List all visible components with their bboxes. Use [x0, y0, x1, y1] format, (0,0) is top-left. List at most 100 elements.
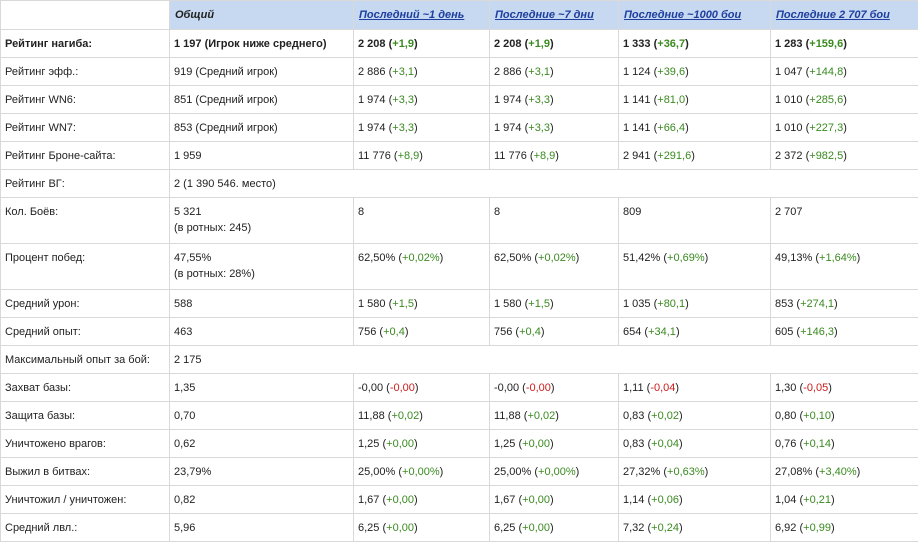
cell-value: 1,30 — [775, 382, 797, 394]
cell-value: 2 941 — [623, 150, 651, 162]
period-link[interactable]: Последние ~7 дни — [495, 9, 594, 21]
cell-value: 2 175 — [174, 354, 202, 366]
row-label-avg-level: Средний лвл.: — [0, 513, 170, 542]
table-cell: 6,92 (+0,99) — [770, 513, 918, 542]
period-link[interactable]: Последние 2 707 бои — [776, 9, 890, 21]
cell-value: 2 (1 390 546. место) — [174, 178, 276, 190]
cell-value: 1 580 — [358, 298, 386, 310]
table-cell: 6,25 (+0,00) — [489, 513, 619, 542]
table-cell: 1 283 (+159,6) — [770, 29, 918, 58]
header-col-3[interactable]: Последние ~7 дни — [489, 0, 619, 30]
table-row: Захват базы: 1,35 -0,00 (-0,00) -0,00 (-0,0… — [0, 373, 918, 402]
cell-value: 1,25 — [494, 438, 516, 450]
table-cell: 1,14 (+0,06) — [618, 485, 771, 514]
cell-value: 49,13% — [775, 252, 813, 264]
header-col-1: Общий — [169, 0, 354, 30]
cell-value: 5,96 — [174, 522, 196, 534]
table-cell: 1,25 (+0,00) — [353, 429, 490, 458]
row-label-rating-wn6: Рейтинг WN6: — [0, 85, 170, 114]
cell-delta: +0,00 — [386, 438, 414, 450]
cell-value: 27,32% — [623, 466, 661, 478]
table-cell: 1 197 (Игрок ниже среднего) — [169, 29, 354, 58]
table-cell: 7,32 (+0,24) — [618, 513, 771, 542]
cell-delta: +0,00 — [522, 494, 550, 506]
row-label-rating-wn7: Рейтинг WN7: — [0, 113, 170, 142]
table-row: Рейтинг нагиба: 1 197 (Игрок ниже среднег… — [0, 29, 918, 58]
table-row: Выжил в битвах: 23,79% 25,00% (+0,00%) 25,0… — [0, 457, 918, 486]
cell-delta: +0,4 — [383, 326, 405, 338]
table-row: Кол. Боёв: 5 321 (в ротных: 245) 8 8 809 2 707 — [0, 197, 918, 244]
header-col-4[interactable]: Последние ~1000 бои — [618, 0, 771, 30]
cell-delta: +285,6 — [809, 94, 844, 106]
cell-value: 1 974 — [358, 94, 386, 106]
header-col-5[interactable]: Последние 2 707 бои — [770, 0, 918, 30]
cell-value: 0,76 — [775, 438, 797, 450]
cell-value: 23,79% — [174, 466, 212, 478]
table-cell: 62,50% (+0,02%) — [489, 243, 619, 290]
table-cell: 0,83 (+0,04) — [618, 429, 771, 458]
header-row: Общий Последний ~1 день Последние ~7 дни По… — [0, 0, 918, 30]
cell-value: 62,50% — [494, 252, 532, 264]
row-label-base-capture: Захват базы: — [0, 373, 170, 402]
table-cell: 654 (+34,1) — [618, 317, 771, 346]
period-link[interactable]: Последние ~1000 бои — [624, 9, 741, 21]
cell-delta: +3,3 — [528, 122, 550, 134]
stats-table: Общий Последний ~1 день Последние ~7 дни По… — [0, 0, 918, 542]
cell-value: 2 372 — [775, 150, 803, 162]
table-row: Максимальный опыт за бой: 2 175 — [0, 345, 918, 374]
cell-value: 1 124 — [623, 66, 651, 78]
cell-value: 756 — [494, 326, 513, 338]
cell-value: 1 047 — [775, 66, 803, 78]
cell-value: 27,08% — [775, 466, 813, 478]
cell-delta: +1,64% — [819, 252, 857, 264]
cell-value: 11,88 — [494, 410, 521, 422]
table-cell: 2 886 (+3,1) — [489, 57, 619, 86]
table-cell: 851 (Средний игрок) — [169, 85, 354, 114]
table-cell: 1,35 — [169, 373, 354, 402]
cell-value: 11 776 — [494, 150, 527, 162]
cell-delta: +0,63% — [667, 466, 705, 478]
cell-value: 1,67 — [494, 494, 516, 506]
table-cell: 0,80 (+0,10) — [770, 401, 918, 430]
table-cell: 27,08% (+3,40%) — [770, 457, 918, 486]
table-cell: 0,62 — [169, 429, 354, 458]
table-row: Уничтожил / уничтожен: 0,82 1,67 (+0,00) 1,… — [0, 485, 918, 514]
table-cell: 11,88 (+0,02) — [353, 401, 490, 430]
cell-value: 756 — [358, 326, 377, 338]
cell-delta: +982,5 — [809, 150, 844, 162]
cell-delta: -0,04 — [650, 382, 676, 394]
table-cell: 2 208 (+1,9) — [353, 29, 490, 58]
cell-value: 47,55% — [174, 252, 212, 264]
table-cell: 47,55% (в ротных: 28%) — [169, 243, 354, 290]
table-row: Средний урон: 588 1 580 (+1,5) 1 580 (+1,5)… — [0, 289, 918, 318]
cell-delta: +8,9 — [397, 150, 420, 162]
cell-value: 6,25 — [494, 522, 516, 534]
cell-delta: +0,24 — [651, 522, 679, 534]
table-row: Рейтинг WN6: 851 (Средний игрок) 1 974 (+3… — [0, 85, 918, 114]
cell-value: 1,14 — [623, 494, 645, 506]
cell-delta: +0,02% — [538, 252, 576, 264]
row-label-kill-death: Уничтожил / уничтожен: — [0, 485, 170, 514]
cell-value: 1 283 — [775, 38, 803, 50]
row-label-rating-vg: Рейтинг ВГ: — [0, 169, 170, 198]
cell-delta: +0,99 — [803, 522, 831, 534]
cell-value: 1 141 — [623, 94, 651, 106]
cell-delta: -0,00 — [525, 382, 551, 394]
table-cell: -0,00 (-0,00) — [353, 373, 490, 402]
cell-value: 0,83 — [623, 410, 645, 422]
table-cell: 605 (+146,3) — [770, 317, 918, 346]
table-cell: 0,76 (+0,14) — [770, 429, 918, 458]
period-link[interactable]: Последний ~1 день — [359, 9, 464, 21]
cell-delta: +3,1 — [392, 66, 414, 78]
cell-subvalue: (в ротных: 245) — [174, 222, 252, 234]
table-cell: 11,88 (+0,02) — [489, 401, 619, 430]
cell-delta: +0,00% — [538, 466, 576, 478]
cell-value: 51,42% — [623, 252, 661, 264]
table-cell: 463 — [169, 317, 354, 346]
cell-delta: +3,40% — [819, 466, 857, 478]
table-row: Защита базы: 0,70 11,88 (+0,02) 11,88 (+0,0… — [0, 401, 918, 430]
cell-delta: +146,3 — [800, 326, 835, 338]
header-col-2[interactable]: Последний ~1 день — [353, 0, 490, 30]
stats-body: Рейтинг нагиба: 1 197 (Игрок ниже среднег… — [0, 29, 918, 542]
table-row: Рейтинг Броне-сайта: 1 959 11 776 (+8,9) 11… — [0, 141, 918, 170]
